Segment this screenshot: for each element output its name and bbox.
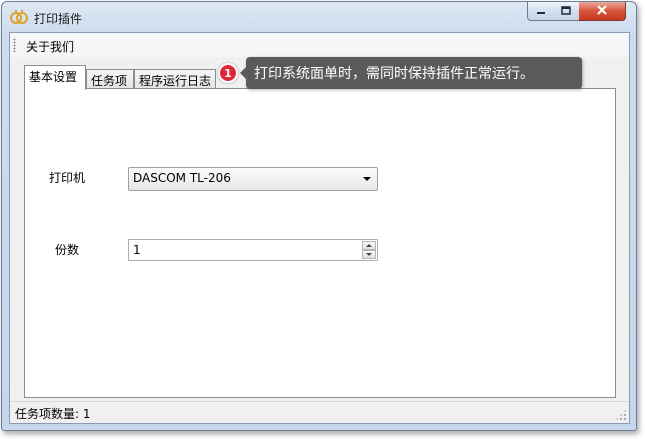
callout-number-badge: 1	[218, 63, 238, 83]
status-task-count: 任务项数量: 1	[15, 405, 91, 422]
window-title: 打印插件	[34, 12, 83, 26]
menu-item-about[interactable]: 关于我们	[24, 37, 76, 56]
client-area: 关于我们 基本设置 任务项 程序运行日志 打印机 DASCOM TL-206 份…	[9, 32, 630, 424]
copies-label: 份数	[55, 243, 80, 257]
close-button[interactable]	[579, 2, 626, 21]
minimize-icon	[536, 4, 546, 18]
spin-down-icon[interactable]	[362, 250, 376, 259]
title-bar[interactable]: 打印插件	[2, 2, 636, 32]
maximize-button[interactable]	[553, 2, 580, 21]
menu-grip[interactable]	[13, 38, 16, 52]
printer-select-value: DASCOM TL-206	[133, 171, 231, 185]
resize-grip-icon[interactable]	[615, 409, 627, 421]
tab-page-basic-settings: 打印机 DASCOM TL-206 份数 1	[24, 88, 616, 398]
maximize-icon	[561, 4, 571, 18]
tab-basic-settings[interactable]: 基本设置	[24, 65, 86, 90]
callout-bubble: 打印系统面单时，需同时保持插件正常运行。	[240, 57, 582, 89]
close-icon	[596, 4, 608, 18]
printer-select[interactable]: DASCOM TL-206	[128, 167, 378, 191]
app-rings-icon	[10, 9, 28, 25]
status-bar: 任务项数量: 1	[10, 401, 629, 423]
copies-value: 1	[133, 243, 141, 257]
menu-bar: 关于我们	[10, 33, 629, 57]
chevron-down-icon	[363, 177, 371, 181]
status-label: 任务项数量:	[15, 407, 80, 421]
annotation-callout: 1 打印系统面单时，需同时保持插件正常运行。	[218, 57, 584, 89]
tab-run-log[interactable]: 程序运行日志	[134, 69, 216, 89]
printer-label: 打印机	[49, 171, 86, 185]
spin-up-icon[interactable]	[362, 241, 376, 250]
status-value: 1	[82, 407, 91, 421]
minimize-button[interactable]	[527, 2, 554, 21]
copies-stepper[interactable]: 1	[128, 239, 378, 261]
callout-text: 打印系统面单时，需同时保持插件正常运行。	[254, 66, 534, 82]
tab-tasks[interactable]: 任务项	[86, 69, 134, 89]
